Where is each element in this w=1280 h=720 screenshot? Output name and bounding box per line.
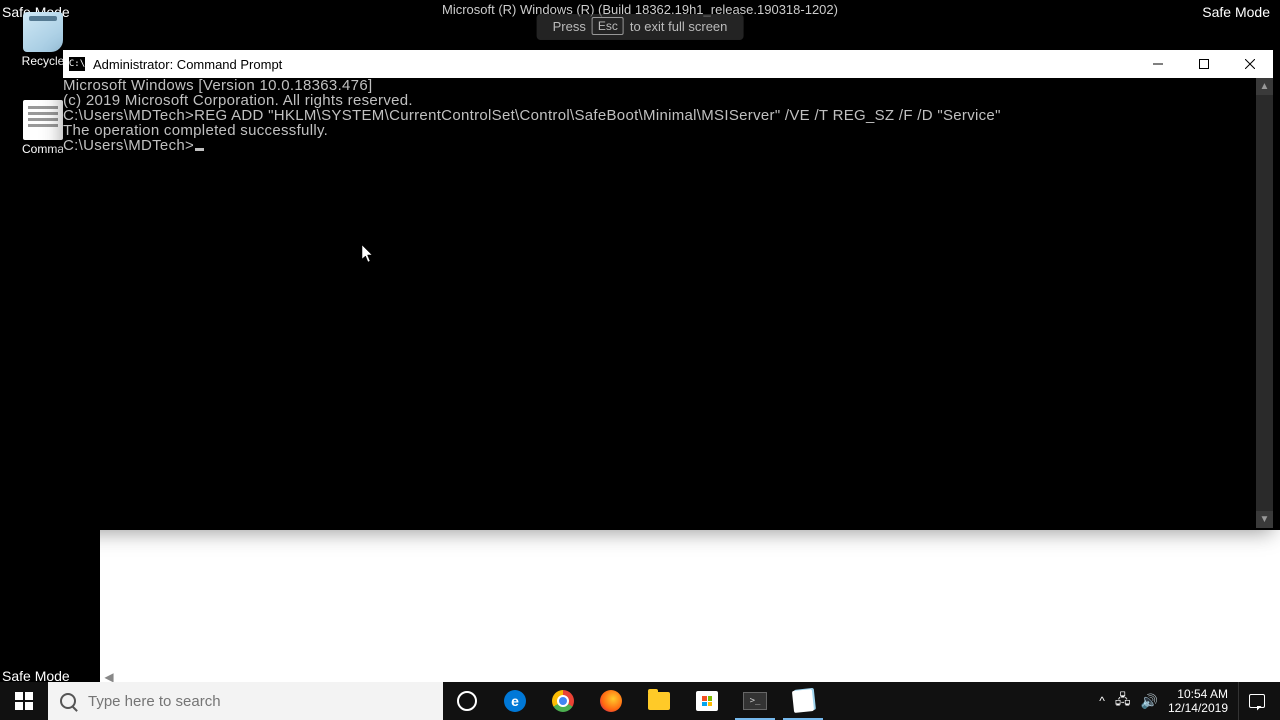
- taskbar-chrome[interactable]: [539, 682, 587, 720]
- title-bar[interactable]: C:\ Administrator: Command Prompt: [63, 50, 1273, 78]
- cmd-output[interactable]: Microsoft Windows [Version 10.0.18363.47…: [63, 78, 1256, 528]
- system-tray: ^ 🖧 🔊 10:54 AM 12/14/2019: [1099, 682, 1280, 720]
- cortana-icon: [457, 691, 477, 711]
- esc-hint-press: Press: [553, 19, 586, 34]
- minimize-icon: [1153, 59, 1163, 69]
- taskbar-cmd[interactable]: >_: [731, 682, 779, 720]
- esc-hint-rest: to exit full screen: [630, 19, 728, 34]
- cmd-prompt-line: C:\Users\MDTech>: [63, 138, 1256, 153]
- cmd-line: The operation completed successfully.: [63, 123, 1256, 138]
- action-center-button[interactable]: [1238, 682, 1274, 720]
- cmd-icon: >_: [743, 692, 767, 710]
- action-center-icon: [1249, 694, 1265, 708]
- text-cursor: [195, 148, 204, 151]
- recycle-bin-icon: [23, 12, 63, 52]
- taskbar-file-explorer[interactable]: [635, 682, 683, 720]
- taskbar-firefox[interactable]: [587, 682, 635, 720]
- cmd-prompt-text: C:\Users\MDTech>: [63, 137, 194, 154]
- clock-time: 10:54 AM: [1168, 687, 1228, 701]
- tray-overflow-button[interactable]: ^: [1099, 694, 1105, 708]
- taskbar-clock[interactable]: 10:54 AM 12/14/2019: [1168, 687, 1228, 716]
- scroll-up-button[interactable]: ▲: [1256, 78, 1273, 95]
- cmd-app-icon: C:\: [69, 57, 85, 71]
- vertical-scrollbar[interactable]: ▲ ▼: [1256, 78, 1273, 528]
- volume-icon[interactable]: 🔊: [1141, 693, 1158, 710]
- minimize-button[interactable]: [1135, 50, 1181, 78]
- close-button[interactable]: [1227, 50, 1273, 78]
- network-icon[interactable]: 🖧: [1115, 689, 1131, 713]
- folder-icon: [648, 692, 670, 710]
- windows-logo-icon: [15, 692, 33, 710]
- background-window[interactable]: [100, 530, 1280, 682]
- notepad-icon: [792, 689, 814, 713]
- taskbar-edge[interactable]: e: [491, 682, 539, 720]
- close-icon: [1245, 59, 1255, 69]
- maximize-icon: [1199, 59, 1209, 69]
- cmd-line: (c) 2019 Microsoft Corporation. All righ…: [63, 93, 1256, 108]
- esc-key-badge: Esc: [592, 17, 624, 35]
- taskbar-notepad[interactable]: [779, 682, 827, 720]
- cmd-body: Microsoft Windows [Version 10.0.18363.47…: [63, 78, 1273, 528]
- search-input[interactable]: [88, 693, 431, 710]
- start-button[interactable]: [0, 682, 48, 720]
- window-controls: [1135, 50, 1273, 78]
- taskbar-store[interactable]: [683, 682, 731, 720]
- firefox-icon: [600, 690, 622, 712]
- store-icon: [696, 691, 718, 711]
- taskbar: e >_ ^ 🖧 🔊 10:54 AM 12/14/2019: [0, 682, 1280, 720]
- search-icon: [60, 693, 76, 709]
- text-file-icon: [23, 100, 63, 140]
- command-prompt-window: C:\ Administrator: Command Prompt Micros…: [63, 50, 1273, 528]
- cmd-line: Microsoft Windows [Version 10.0.18363.47…: [63, 78, 1256, 93]
- taskbar-search[interactable]: [48, 682, 443, 720]
- edge-icon: e: [504, 690, 526, 712]
- fullscreen-esc-hint: Press Esc to exit full screen: [537, 14, 744, 40]
- scroll-down-button[interactable]: ▼: [1256, 511, 1273, 528]
- taskbar-cortana[interactable]: [443, 682, 491, 720]
- clock-date: 12/14/2019: [1168, 701, 1228, 715]
- maximize-button[interactable]: [1181, 50, 1227, 78]
- chrome-icon: [552, 690, 574, 712]
- cmd-line: C:\Users\MDTech>REG ADD "HKLM\SYSTEM\Cur…: [63, 108, 1256, 123]
- window-title: Administrator: Command Prompt: [93, 57, 1135, 72]
- taskbar-apps: e >_: [443, 682, 827, 720]
